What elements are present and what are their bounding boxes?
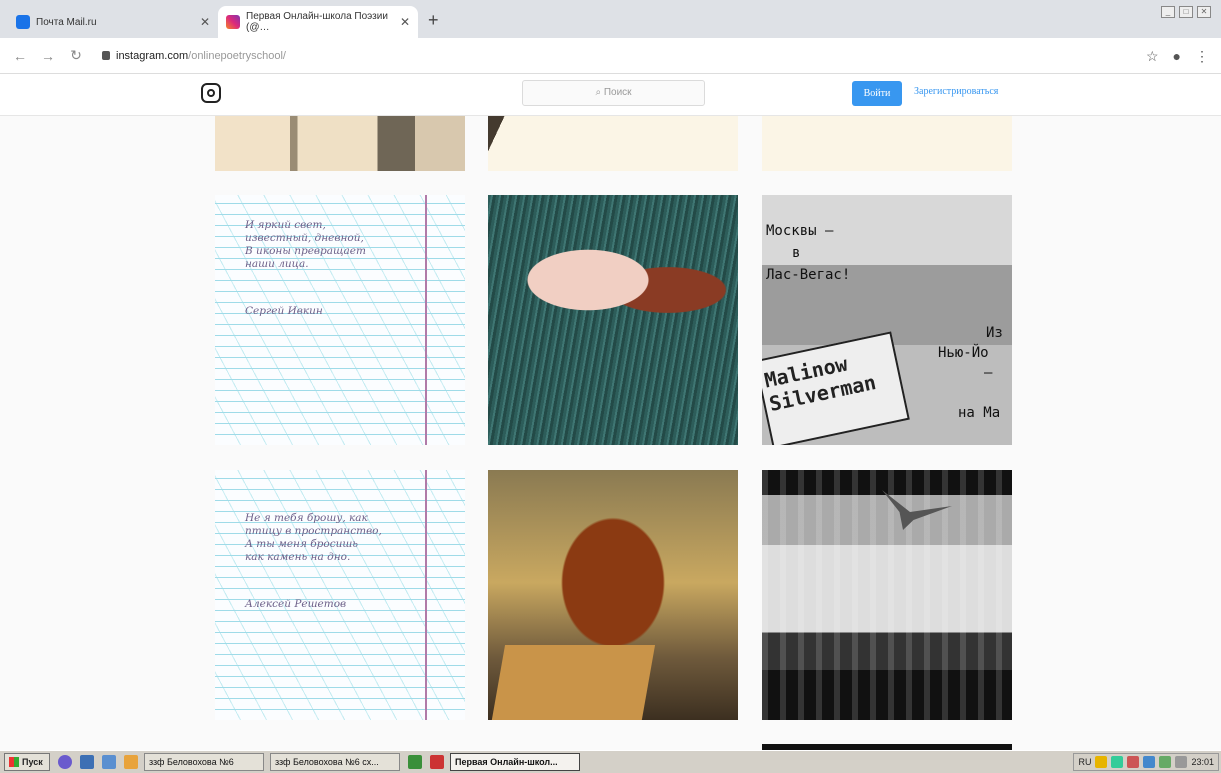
post-photo-street[interactable]: Москвы – в Лас-Вегас! Из Нью-Йо – на Ма … <box>762 195 1012 445</box>
ie-icon[interactable] <box>80 755 94 769</box>
forward-icon[interactable]: → <box>40 48 56 64</box>
app-icon[interactable] <box>430 755 444 769</box>
photo-caption: Москвы – <box>766 223 834 239</box>
poem-text: И яркий свет, известный, дневной, В икон… <box>245 219 366 270</box>
taskbar-window-button-active[interactable]: Первая Онлайн-школ... <box>450 753 580 771</box>
profile-icon[interactable]: ● <box>1173 48 1181 65</box>
desktop-icon[interactable] <box>102 755 116 769</box>
browser-tab-strip: Почта Mail.ru ✕ Первая Онлайн-школа Поэз… <box>0 0 1221 38</box>
bookmark-star-icon[interactable]: ☆ <box>1146 48 1159 65</box>
instagram-logo-icon[interactable] <box>201 83 221 103</box>
tab-instagram[interactable]: Первая Онлайн-школа Поэзии (@… ✕ <box>218 6 418 38</box>
poem-author: Сергей Ивкин <box>245 305 323 317</box>
language-indicator[interactable]: RU <box>1078 757 1091 767</box>
taskbar-window-button[interactable]: ззф Беловохова №6 сх... <box>270 753 400 771</box>
folder-icon[interactable] <box>124 755 138 769</box>
opera-icon[interactable] <box>58 755 72 769</box>
close-icon[interactable]: ✕ <box>200 15 210 29</box>
post-photo-woman-grass[interactable] <box>488 195 738 445</box>
post-tile[interactable] <box>488 116 738 171</box>
poem-text: Не я тебя брошу, как птицу в пространств… <box>245 512 382 563</box>
post-poem-ivkin[interactable]: И яркий свет, известный, дневной, В икон… <box>215 195 465 445</box>
photo-caption: Лас-Вегас! <box>766 267 851 283</box>
url-host: instagram.com <box>116 49 189 62</box>
close-icon[interactable]: ✕ <box>400 15 410 29</box>
photo-caption: на Ма <box>958 405 1001 421</box>
os-taskbar: Пуск ззф Беловохова №6 ззф Беловохова №6… <box>0 750 1221 773</box>
system-tray: RU 23:01 <box>1073 753 1219 771</box>
url-path: /onlinepoetryschool/ <box>188 49 286 62</box>
reload-icon[interactable]: ↻ <box>68 47 84 64</box>
window-controls: _ □ ✕ <box>1161 6 1211 18</box>
new-tab-button[interactable]: + <box>428 10 439 31</box>
tab-label: Первая Онлайн-школа Поэзии (@… <box>246 11 388 33</box>
address-bar: ← → ↻ instagram.com/onlinepoetryschool/ … <box>0 38 1221 74</box>
painting-box-shape <box>490 645 656 720</box>
volume-icon[interactable] <box>1175 756 1188 768</box>
url-field[interactable]: instagram.com/onlinepoetryschool/ <box>102 50 286 62</box>
tray-icon[interactable] <box>1143 756 1156 768</box>
minimize-icon[interactable]: _ <box>1161 6 1175 18</box>
lock-icon <box>102 51 110 60</box>
start-button[interactable]: Пуск <box>4 753 50 771</box>
posts-grid: И яркий свет, известный, дневной, В икон… <box>0 116 1221 750</box>
toolbar-icons: ☆ ● ⋮ <box>1146 48 1209 65</box>
tray-icon[interactable] <box>1159 756 1172 768</box>
poem-author: Алексей Решетов <box>245 598 347 610</box>
notebook-margin-line <box>425 195 427 445</box>
photo-sign: Malinow Silverman <box>762 331 910 445</box>
clock[interactable]: 23:01 <box>1191 757 1214 767</box>
close-window-icon[interactable]: ✕ <box>1197 6 1211 18</box>
tray-icon[interactable] <box>1095 756 1108 768</box>
start-label: Пуск <box>22 757 43 767</box>
excel-icon[interactable] <box>408 755 422 769</box>
search-placeholder: Поиск <box>603 87 632 98</box>
post-poem-reshetov[interactable]: Не я тебя брошу, как птицу в пространств… <box>215 470 465 720</box>
login-button[interactable]: Войти <box>852 81 902 106</box>
taskbar-window-button[interactable]: ззф Беловохова №6 <box>144 753 264 771</box>
maximize-icon[interactable]: □ <box>1179 6 1193 18</box>
photo-caption: в <box>792 245 801 261</box>
menu-icon[interactable]: ⋮ <box>1195 48 1209 65</box>
tray-icon[interactable] <box>1111 756 1124 768</box>
post-photo-window-bird[interactable] <box>762 470 1012 720</box>
windows-logo-icon <box>9 757 19 767</box>
back-icon[interactable]: ← <box>12 48 28 64</box>
photo-caption: Нью-Йо <box>938 345 989 361</box>
post-tile[interactable] <box>215 116 465 171</box>
mail-favicon-icon <box>16 15 30 29</box>
tab-mail[interactable]: Почта Mail.ru ✕ <box>8 6 218 38</box>
photo-caption: – <box>984 365 993 381</box>
instagram-header: ⌕ Поиск Войти Зарегистрироваться <box>0 74 1221 116</box>
search-input[interactable]: ⌕ Поиск <box>522 80 705 106</box>
notebook-margin-line <box>425 470 427 720</box>
tray-icon[interactable] <box>1127 756 1140 768</box>
instagram-favicon-icon <box>226 15 240 29</box>
signup-link[interactable]: Зарегистрироваться <box>914 86 998 97</box>
post-tile[interactable] <box>762 116 1012 171</box>
photo-caption: Из <box>986 325 1003 341</box>
post-painting-minotaur[interactable] <box>488 470 738 720</box>
curtain-texture <box>762 470 1012 720</box>
tab-label: Почта Mail.ru <box>36 16 97 28</box>
